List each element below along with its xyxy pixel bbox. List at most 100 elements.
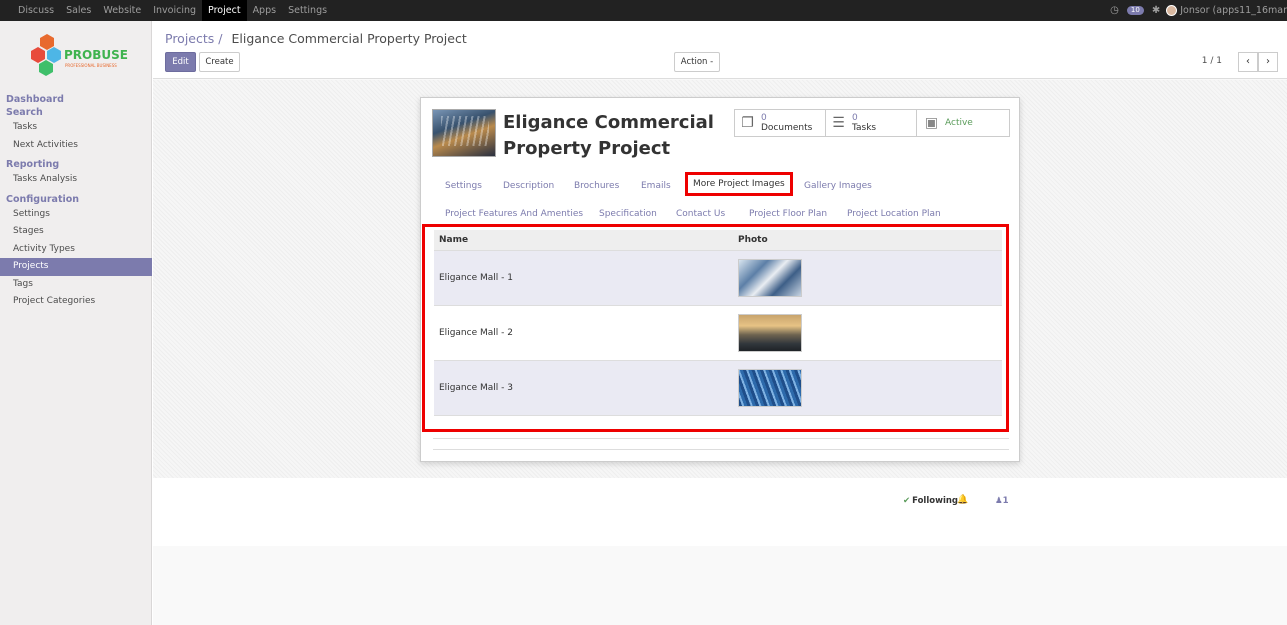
tab-project-features[interactable]: Project Features And Amenties <box>445 209 583 219</box>
row-name[interactable]: Eligance Mall - 1 <box>434 250 733 306</box>
table-header-row: Name Photo <box>434 230 1002 251</box>
tasks-icon: ☰ <box>832 114 845 131</box>
table-row[interactable]: Eligance Mall - 3 <box>434 360 1002 416</box>
divider <box>433 438 1009 439</box>
sidebar-item-tasks[interactable]: Tasks <box>0 119 152 137</box>
following-label: Following <box>912 496 958 506</box>
bell-icon[interactable]: 🔔 <box>957 495 968 505</box>
active-label: Active <box>945 118 973 128</box>
project-title-line-2: Property Project <box>503 138 671 159</box>
sidebar-item-dashboard[interactable]: Dashboard <box>0 93 152 106</box>
logo-text: PROBUSE <box>64 48 128 62</box>
sidebar-item-tasks-analysis[interactable]: Tasks Analysis <box>0 171 152 189</box>
archive-icon: ▣ <box>924 114 939 131</box>
tab-contact-us[interactable]: Contact Us <box>676 209 725 219</box>
tab-gallery-images[interactable]: Gallery Images <box>804 181 872 191</box>
menu-website[interactable]: Website <box>97 0 147 21</box>
tasks-count: 0 <box>852 113 858 123</box>
tasks-label: Tasks <box>852 123 877 133</box>
pager-previous-button[interactable]: ‹ <box>1238 52 1258 72</box>
following-button[interactable]: ✔ Following <box>903 496 958 506</box>
user-icon: ♟ <box>995 496 1003 506</box>
documents-button[interactable]: ❐ 0 Documents <box>735 110 826 136</box>
avatar[interactable] <box>1166 5 1178 16</box>
sidebar-item-project-categories[interactable]: Project Categories <box>0 293 152 311</box>
chevron-right-icon: › <box>1266 56 1270 67</box>
sidebar-item-reporting[interactable]: Reporting <box>0 158 152 171</box>
user-name[interactable]: Jonsor (apps11_16mar <box>1180 5 1287 16</box>
breadcrumb-projects-link[interactable]: Projects <box>165 31 214 46</box>
documents-count: 0 <box>761 113 767 123</box>
tab-brochures[interactable]: Brochures <box>574 181 619 191</box>
sidebar-item-settings[interactable]: Settings <box>0 206 152 224</box>
top-navbar: Discuss Sales Website Invoicing Project … <box>0 0 1287 21</box>
sidebar-item-activity-types[interactable]: Activity Types <box>0 241 152 259</box>
main-content: Projects / Eligance Commercial Property … <box>153 21 1287 625</box>
highlight-box: Name Photo Eligance Mall - 1 Eligance Ma… <box>422 224 1009 432</box>
row-name[interactable]: Eligance Mall - 3 <box>434 360 733 416</box>
divider <box>433 449 1009 450</box>
row-photo-cell[interactable] <box>733 305 1002 361</box>
sidebar-item-next-activities[interactable]: Next Activities <box>0 137 152 155</box>
active-toggle-button[interactable]: ▣ Active <box>917 110 1009 136</box>
followers-count: 1 <box>1002 496 1009 506</box>
app-menu: Discuss Sales Website Invoicing Project … <box>12 0 333 21</box>
tab-project-floor-plan[interactable]: Project Floor Plan <box>749 209 827 219</box>
sidebar-item-stages[interactable]: Stages <box>0 223 152 241</box>
bug-icon[interactable]: ✱ <box>1152 5 1160 16</box>
systray: ◷ 10 ✱ Jonsor (apps11_16mar <box>1110 0 1287 21</box>
building-photo[interactable] <box>738 368 802 407</box>
action-dropdown[interactable]: Action - <box>674 52 720 72</box>
menu-settings[interactable]: Settings <box>282 0 333 21</box>
table-row[interactable]: Eligance Mall - 1 <box>434 250 1002 306</box>
project-title: Eligance Commercial Property Project <box>503 110 743 162</box>
tasks-button[interactable]: ☰ 0 Tasks <box>826 110 917 136</box>
sidebar-item-tags[interactable]: Tags <box>0 276 152 294</box>
pager-value[interactable]: 1 / 1 <box>1202 56 1222 66</box>
logo-tagline: PROFESSIONAL BUSINESS <box>65 63 117 68</box>
clock-icon[interactable]: ◷ <box>1110 5 1119 16</box>
tab-settings[interactable]: Settings <box>445 181 482 191</box>
messages-badge[interactable]: 10 <box>1126 6 1144 15</box>
chatter: ✔ Following 🔔 ♟1 <box>153 478 1287 546</box>
menu-apps[interactable]: Apps <box>247 0 283 21</box>
menu-invoicing[interactable]: Invoicing <box>147 0 202 21</box>
tab-more-project-images[interactable]: More Project Images <box>685 172 793 196</box>
create-button[interactable]: Create <box>199 52 240 72</box>
smart-buttons: ❐ 0 Documents ☰ 0 Tasks ▣ Active <box>734 109 1010 137</box>
tab-description[interactable]: Description <box>503 181 554 191</box>
breadcrumb: Projects / Eligance Commercial Property … <box>165 31 467 46</box>
documents-label: Documents <box>761 123 813 133</box>
control-panel: Projects / Eligance Commercial Property … <box>153 21 1287 79</box>
documents-icon: ❐ <box>741 114 754 131</box>
row-photo-cell[interactable] <box>733 360 1002 416</box>
tab-specification[interactable]: Specification <box>599 209 657 219</box>
column-header-photo[interactable]: Photo <box>733 230 1002 251</box>
project-title-line-1: Eligance Commercial <box>503 112 714 133</box>
sidebar-item-configuration[interactable]: Configuration <box>0 193 152 206</box>
pager-next-button[interactable]: › <box>1258 52 1278 72</box>
building-photo[interactable] <box>738 258 802 297</box>
breadcrumb-current: Eligance Commercial Property Project <box>231 31 467 46</box>
edit-button[interactable]: Edit <box>165 52 196 72</box>
menu-discuss[interactable]: Discuss <box>12 0 60 21</box>
table-row[interactable]: Eligance Mall - 2 <box>434 305 1002 361</box>
company-logo: PROBUSE PROFESSIONAL BUSINESS <box>31 34 128 76</box>
column-header-name[interactable]: Name <box>434 230 733 251</box>
sidebar-item-search[interactable]: Search <box>0 106 152 119</box>
menu-project[interactable]: Project <box>202 0 247 21</box>
breadcrumb-separator: / <box>218 31 223 46</box>
sidebar-menu: Dashboard Search Tasks Next Activities R… <box>0 93 152 311</box>
row-photo-cell[interactable] <box>733 250 1002 306</box>
building-photo[interactable] <box>738 313 802 352</box>
project-image[interactable] <box>432 109 496 157</box>
followers-button[interactable]: ♟1 <box>995 496 1009 506</box>
tab-emails[interactable]: Emails <box>641 181 671 191</box>
sidebar-item-projects[interactable]: Projects <box>0 258 152 276</box>
form-sheet: Eligance Commercial Property Project ❐ 0… <box>420 97 1020 462</box>
row-name[interactable]: Eligance Mall - 2 <box>434 305 733 361</box>
images-table: Name Photo Eligance Mall - 1 Eligance Ma… <box>434 230 1002 416</box>
check-icon: ✔ <box>903 496 911 506</box>
tab-project-location-plan[interactable]: Project Location Plan <box>847 209 941 219</box>
menu-sales[interactable]: Sales <box>60 0 97 21</box>
